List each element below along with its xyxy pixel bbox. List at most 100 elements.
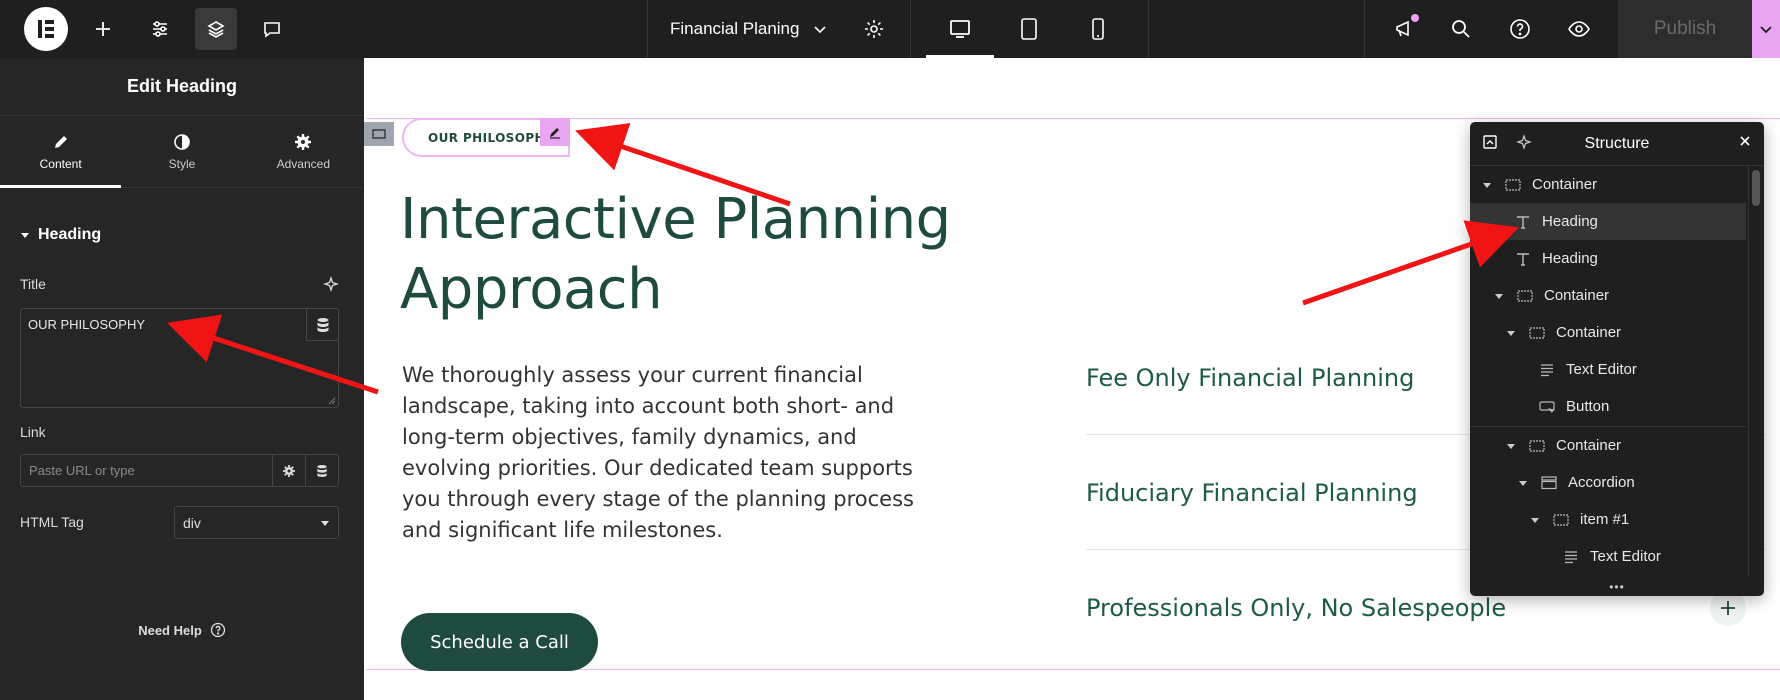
main-heading[interactable]: Interactive Planning Approach <box>400 185 1020 325</box>
publish-options-chevron-icon[interactable] <box>1752 0 1780 58</box>
container-icon <box>1504 178 1522 191</box>
half-circle-icon <box>174 133 190 150</box>
close-icon[interactable] <box>1738 134 1752 148</box>
tree-item-accordion[interactable]: Accordion <box>1470 464 1746 501</box>
paragraph-line: evolving priorities. Our dedicated team … <box>402 456 913 480</box>
tree-item-item-1[interactable]: item #1 <box>1470 501 1746 538</box>
paragraph-line: long-term objectives, family dynamics, a… <box>402 425 857 449</box>
tree-item-container[interactable]: Container <box>1470 166 1746 203</box>
structure-scrollbar-thumb[interactable] <box>1752 170 1760 206</box>
tree-item-label: Button <box>1566 398 1610 415</box>
add-element-button[interactable] <box>82 8 124 50</box>
tab-content-label: Content <box>39 156 82 171</box>
title-textarea[interactable]: OUR PHILOSOPHY <box>20 308 339 408</box>
mobile-view-icon[interactable] <box>1064 0 1132 58</box>
pencil-icon <box>54 135 67 148</box>
ai-sparkle-icon[interactable] <box>1516 134 1532 150</box>
main-heading-line-2: Approach <box>400 257 663 322</box>
accordion-item-professionals[interactable]: Professionals Only, No Salespeople <box>1086 594 1766 622</box>
tree-item-label: item #1 <box>1580 511 1630 528</box>
dynamic-tags-database-icon[interactable] <box>306 309 338 341</box>
heading-icon <box>1514 251 1532 267</box>
caret-down-icon[interactable] <box>1480 180 1494 190</box>
container-icon <box>1528 439 1546 452</box>
tree-item-label: Container <box>1532 176 1598 193</box>
panel-tabs: Content Style Advanced <box>0 116 364 188</box>
tablet-view-icon[interactable] <box>995 0 1063 58</box>
structure-title: Structure <box>1584 134 1650 152</box>
need-help-label: Need Help <box>138 622 202 638</box>
structure-header: Structure <box>1470 122 1764 166</box>
need-help-link[interactable]: Need Help <box>0 622 364 638</box>
elementor-logo-icon[interactable] <box>24 7 68 51</box>
paragraph-line: you through every stage of the planning … <box>402 487 914 511</box>
tree-item-heading-selected[interactable]: Heading <box>1470 203 1746 240</box>
search-icon[interactable] <box>1440 8 1482 50</box>
ai-sparkle-icon[interactable] <box>323 276 339 292</box>
paragraph-line: landscape, taking into account both shor… <box>402 394 895 418</box>
tab-style-label: Style <box>168 156 196 171</box>
caret-down-icon[interactable] <box>1504 328 1518 338</box>
preview-eye-icon[interactable] <box>1558 8 1600 50</box>
expand-all-icon[interactable] <box>1482 134 1498 150</box>
heading-section-toggle[interactable]: Heading <box>20 226 101 244</box>
tree-item-label: Accordion <box>1568 474 1635 491</box>
tree-item-text-editor[interactable]: Text Editor <box>1470 538 1746 575</box>
container-icon <box>1516 289 1534 302</box>
structure-layers-icon[interactable] <box>195 8 237 50</box>
notifications-megaphone-icon[interactable] <box>1383 8 1425 50</box>
tree-item-text-editor[interactable]: Text Editor <box>1470 351 1746 388</box>
tree-item-heading[interactable]: Heading <box>1470 240 1746 277</box>
help-icon[interactable] <box>1499 8 1541 50</box>
site-settings-sliders-icon[interactable] <box>139 8 181 50</box>
link-field <box>20 454 339 487</box>
link-options-gear-icon[interactable] <box>272 455 305 486</box>
schedule-call-button[interactable]: Schedule a Call <box>401 613 598 671</box>
edit-widget-pencil-icon[interactable] <box>540 118 570 146</box>
caret-down-icon[interactable] <box>1516 478 1530 488</box>
tree-item-container[interactable]: Container <box>1470 427 1746 464</box>
container-icon <box>1528 326 1546 339</box>
tab-style[interactable]: Style <box>121 116 242 187</box>
caret-down-icon[interactable] <box>1528 515 1542 525</box>
heading-icon <box>1514 214 1532 230</box>
link-dynamic-tags-database-icon[interactable] <box>305 455 338 486</box>
accordion-icon <box>1540 475 1558 490</box>
tree-item-container[interactable]: Container <box>1470 314 1746 351</box>
notification-dot <box>1411 14 1419 22</box>
structure-scrollbar-track[interactable] <box>1748 166 1764 576</box>
comments-icon[interactable] <box>251 8 293 50</box>
caret-down-icon[interactable] <box>1504 441 1518 451</box>
top-bar: Financial Planing Publish <box>0 0 1780 58</box>
tree-item-label: Container <box>1556 437 1622 454</box>
document-title-dropdown[interactable]: Financial Planing <box>670 0 827 58</box>
gear-icon <box>295 133 312 150</box>
tree-item-container[interactable]: Container <box>1470 277 1746 314</box>
tree-item-label: Heading <box>1542 213 1598 230</box>
tree-item-label: Text Editor <box>1566 361 1637 378</box>
link-input[interactable] <box>21 455 272 486</box>
tree-item-button[interactable]: Button <box>1470 388 1746 425</box>
resize-handle-icon[interactable] <box>328 397 336 405</box>
page-settings-gear-icon[interactable] <box>853 8 895 50</box>
container-icon <box>372 129 386 139</box>
caret-down-icon[interactable] <box>1492 291 1506 301</box>
html-tag-select[interactable]: div <box>174 506 339 539</box>
section-title: Heading <box>38 226 102 243</box>
container-icon <box>1552 513 1570 526</box>
structure-resize-handle[interactable]: ••• <box>1470 578 1764 596</box>
tree-item-label: Container <box>1544 287 1610 304</box>
publish-button[interactable]: Publish <box>1618 0 1752 58</box>
desktop-view-icon[interactable] <box>926 0 994 58</box>
title-field-label: Title <box>20 276 46 292</box>
html-tag-label: HTML Tag <box>20 514 84 530</box>
paragraph-line: We thoroughly assess your current financ… <box>402 363 863 387</box>
paragraph-line: and significant life milestones. <box>402 518 723 542</box>
tab-content[interactable]: Content <box>0 116 122 188</box>
intro-paragraph[interactable]: We thoroughly assess your current financ… <box>402 360 942 546</box>
editor-panel: Edit Heading Content Style Advanced Head… <box>0 58 364 700</box>
tree-item-label: Container <box>1556 324 1622 341</box>
tab-advanced[interactable]: Advanced <box>243 116 364 187</box>
chevron-down-icon <box>814 26 827 34</box>
container-handle[interactable] <box>364 122 394 146</box>
